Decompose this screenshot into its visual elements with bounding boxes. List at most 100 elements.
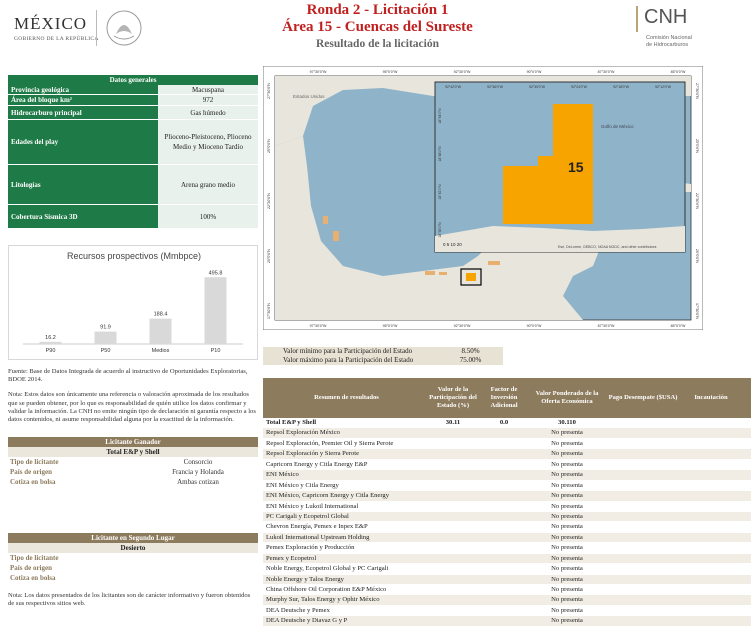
- table-cell: [427, 428, 479, 437]
- inset-tick-label: 92°18'0"W: [613, 85, 630, 89]
- other-block: [425, 271, 435, 275]
- table-row: Litologías Arena grano medio: [8, 165, 258, 205]
- table-cell: [681, 491, 741, 500]
- table-cell: No presenta: [551, 439, 583, 447]
- table-cell: No presenta: [551, 502, 583, 510]
- row-value: 75.00%: [459, 356, 482, 364]
- table-cell: No presenta: [551, 606, 583, 614]
- ganador-name: Total E&P y Shell: [8, 447, 258, 457]
- table-row: Cobertura Sísmica 3D 100%: [8, 205, 258, 229]
- table-row: Valor mínimo para la Participación del E…: [263, 347, 503, 356]
- table-row: Chevron Energía, Pemex e Inpex E&P No pre…: [263, 522, 751, 533]
- map-tick-label: 17°30'0"N: [695, 303, 699, 319]
- header-cell: Pago Desempate ($USA): [608, 394, 678, 401]
- map-tick-label: 85°0'0"W: [671, 324, 686, 328]
- table-cell: [479, 439, 529, 448]
- x-tick-label: P50: [101, 348, 111, 354]
- data-label: 188.4: [154, 312, 168, 318]
- table-row: China Offshore Oil Corporation E&P Méxic…: [263, 585, 751, 596]
- licitantes-note: Nota: Los datos presentados de los licit…: [8, 592, 251, 608]
- list-item: Tipo de licitante Consorcio: [8, 457, 258, 467]
- table-cell: [479, 543, 529, 552]
- table-cell: [605, 418, 681, 427]
- ganador-value: Francia y Holanda: [172, 468, 224, 476]
- table-row: DEA Deutsche y Pemex No presenta: [263, 606, 751, 617]
- list-item: País de origen: [8, 563, 258, 573]
- table-cell: [479, 428, 529, 437]
- table-cell: [605, 512, 681, 521]
- table-cell: [427, 564, 479, 573]
- table-cell: [427, 439, 479, 448]
- table-cell: No presenta: [551, 565, 583, 573]
- map-tick-label: 17°30'0"N: [267, 303, 271, 319]
- table-cell: [681, 470, 741, 479]
- table-cell: No presenta: [551, 523, 583, 531]
- table-cell: No presenta: [551, 460, 583, 468]
- map-tick-label: 25°0'0"N: [695, 139, 699, 153]
- table-cell: No presenta: [551, 429, 583, 437]
- table-cell: Lukoil International Upstream Holding: [266, 533, 370, 541]
- table-cell: [479, 449, 529, 458]
- table-row: Lukoil International Upstream Holding No …: [263, 532, 751, 544]
- table-cell: [427, 616, 479, 625]
- ganador-header: Licitante Ganador: [8, 437, 258, 447]
- table-cell: Noble Energy, Ecopetrol Global y PC Cari…: [266, 565, 389, 573]
- recursos-chart: Recursos prospectivos (Mmbpce) 16.2 P90 91…: [8, 245, 258, 360]
- table-cell: [605, 470, 681, 479]
- table-cell: No presenta: [551, 554, 583, 562]
- table-cell: [681, 502, 741, 511]
- x-tick-label: P90: [46, 348, 56, 354]
- header-cell: Factor de Inversión Adicional: [490, 386, 518, 409]
- table-cell: No presenta: [551, 481, 583, 489]
- table-row: Área del bloque km² 972: [8, 95, 258, 106]
- table-cell: [427, 585, 479, 594]
- table-cell: [681, 418, 741, 427]
- map-tick-label: 20°0'0"N: [695, 249, 699, 263]
- table-cell: [427, 606, 479, 615]
- table-cell: [479, 575, 529, 584]
- table-cell: [479, 554, 529, 563]
- row-label: Hidrocarburo principal: [8, 106, 158, 120]
- datos-generales-table: Datos generales Provincia geológica Macu…: [8, 75, 258, 229]
- inset-tick-label: 18°42'0"N: [438, 184, 442, 200]
- table-row: ENI México, Capricorn Energy y Citla Ene…: [263, 491, 751, 502]
- table-cell: No presenta: [551, 586, 583, 593]
- table-cell: No presenta: [551, 544, 583, 552]
- table-cell: No presenta: [551, 471, 583, 479]
- table-row: PC Carigali y Ecopetrol Global No present…: [263, 511, 751, 523]
- table-cell: [427, 512, 479, 521]
- table-cell: [605, 460, 681, 469]
- other-block: [439, 272, 447, 275]
- table-header: Resumen de resultados Valor de la Partic…: [263, 378, 751, 418]
- cnh-logo-subtitle: Comisión Nacional de Hidrocarburos: [646, 35, 692, 49]
- table-cell: [479, 470, 529, 479]
- data-label: 16.2: [45, 335, 56, 341]
- table-cell: No presenta: [551, 533, 583, 541]
- inset-tick-label: 18°54'0"N: [438, 108, 442, 124]
- table-cell: [479, 460, 529, 469]
- table-cell: [479, 502, 529, 511]
- table-cell: China Offshore Oil Corporation E&P Méxic…: [266, 586, 387, 593]
- row-value: 972: [158, 95, 258, 106]
- segundo-name: Desierto: [8, 543, 258, 553]
- table-cell: [681, 554, 741, 563]
- table-cell: [681, 449, 741, 458]
- table-cell: [427, 575, 479, 584]
- land-label: Estados Unidos: [293, 94, 325, 99]
- row-label: Litologías: [8, 165, 158, 205]
- cnh-sub-line1: Comisión Nacional: [646, 35, 692, 41]
- table-row: Repsol Exploración, Premier Oil y Sierra…: [263, 439, 751, 450]
- table-cell: [479, 533, 529, 542]
- table-cell: 30.110: [558, 419, 576, 426]
- data-label: 91.9: [100, 325, 111, 331]
- table-cell: DEA Deutsche y Pemex: [266, 606, 330, 614]
- map-tick-label: 22°30'0"N: [695, 193, 699, 209]
- fuente-note: Fuente: Base de Datos Integrada de acuer…: [8, 368, 258, 424]
- map-tick-label: 95°0'0"W: [383, 70, 398, 74]
- table-cell: Repsol Exploración México: [266, 429, 340, 437]
- table-cell: PC Carigali y Ecopetrol Global: [266, 512, 349, 520]
- table-row: ENI México No presenta: [263, 470, 751, 481]
- cnh-logo-text: CNH: [644, 6, 688, 28]
- table-cell: [681, 606, 741, 615]
- table-cell: [681, 512, 741, 521]
